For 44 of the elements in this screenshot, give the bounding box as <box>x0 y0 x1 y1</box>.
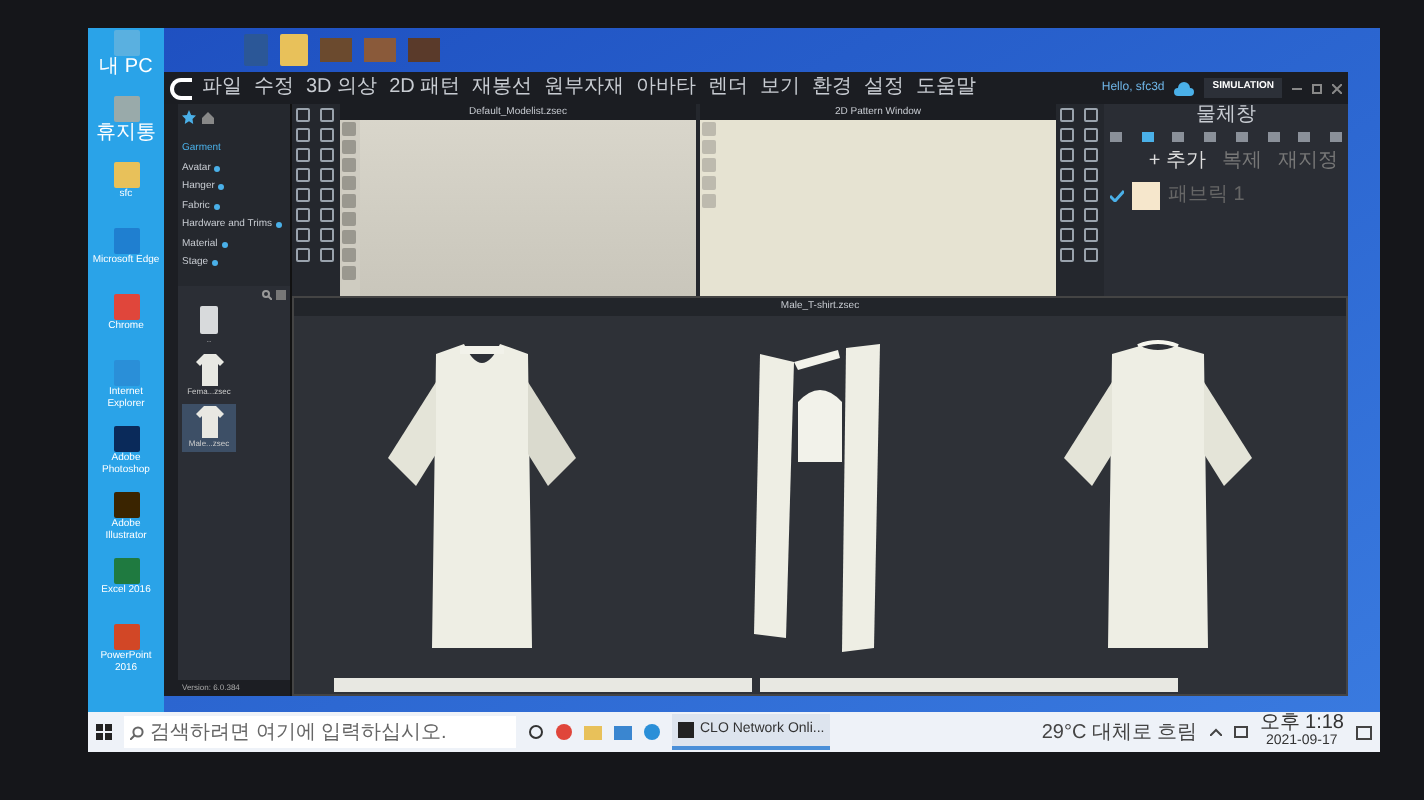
tshirt-icon <box>195 406 223 438</box>
task-view-icon[interactable] <box>528 724 544 740</box>
panel-tab-icon[interactable] <box>1204 132 1217 142</box>
menu-item[interactable]: 파일 <box>202 76 242 100</box>
panel-tab-icon[interactable] <box>1235 132 1248 142</box>
menu-item[interactable]: 설정 <box>864 76 905 100</box>
chevron-up-icon[interactable] <box>1209 728 1222 736</box>
desktop-app-icon[interactable] <box>113 492 139 518</box>
search-icon[interactable] <box>262 290 272 300</box>
menu-item[interactable]: 재봉선 <box>472 76 533 100</box>
close-icon[interactable] <box>1332 83 1342 93</box>
panel-tab-icon[interactable] <box>1267 132 1280 142</box>
notification-icon[interactable] <box>1356 725 1372 739</box>
fabric-swatch[interactable] <box>1132 181 1160 209</box>
panel-tab-icon[interactable] <box>1172 132 1185 142</box>
menu-item[interactable]: 아바타 <box>636 76 697 100</box>
network-icon[interactable] <box>1233 726 1248 738</box>
menu-item[interactable]: 보기 <box>760 76 801 100</box>
panel-action-button[interactable]: + 추가 <box>1144 150 1210 172</box>
desktop-app-icon[interactable] <box>113 426 139 452</box>
menu-item[interactable]: 3D 의상 <box>306 76 378 100</box>
panel-title: 물체창 <box>1194 104 1258 128</box>
tshirt-icon <box>195 354 223 386</box>
home-icon[interactable] <box>202 111 214 123</box>
menu-item[interactable]: 2D 패턴 <box>389 76 461 100</box>
search-icon <box>130 725 144 739</box>
app-logo[interactable] <box>170 77 192 99</box>
windows-start-icon[interactable] <box>96 724 112 740</box>
weather-text[interactable]: 29°C 대체로 흐림 <box>1041 717 1198 747</box>
search-field[interactable]: 검색하려면 여기에 입력하십시오. <box>124 716 516 748</box>
menu-item[interactable]: 도움말 <box>916 76 977 100</box>
menu-item[interactable]: 원부자재 <box>544 76 625 100</box>
checkbox[interactable] <box>1110 189 1124 201</box>
panel-tab-icon[interactable] <box>1141 132 1154 142</box>
star-icon[interactable] <box>182 110 196 124</box>
cloud-icon[interactable] <box>1174 81 1195 95</box>
clock-time[interactable]: 오후 1:18 <box>1259 714 1344 732</box>
maximize-icon[interactable] <box>1312 83 1322 93</box>
menu-item[interactable]: 렌더 <box>708 76 749 100</box>
panel-tab-icon[interactable] <box>1298 132 1311 142</box>
menu-item[interactable]: 수정 <box>254 76 294 100</box>
menu-item[interactable]: 환경 <box>812 76 853 100</box>
panel-tab-icon[interactable] <box>1329 132 1342 142</box>
minimize-icon[interactable] <box>1292 87 1302 89</box>
